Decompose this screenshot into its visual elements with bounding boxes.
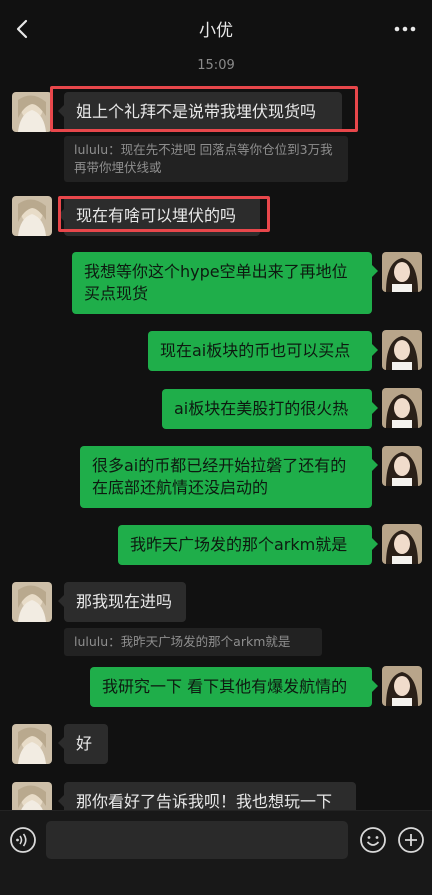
message-bubble[interactable]: 现在ai板块的币也可以买点 — [148, 331, 378, 371]
message-bubble[interactable]: 我研究一下 看下其他有爆发航情的 — [90, 667, 378, 707]
chat-title: 小优 — [199, 21, 233, 41]
message-bubble[interactable]: ai板块在美股打的很火热 — [162, 389, 378, 429]
self-avatar[interactable] — [382, 446, 422, 486]
message-bubble[interactable]: 我想等你这个hype空单出来了再地位买点现货 — [72, 252, 378, 314]
contact-avatar[interactable] — [12, 582, 52, 622]
message-input[interactable] — [46, 821, 348, 859]
timestamp: 15:09 — [197, 58, 235, 73]
self-avatar[interactable] — [382, 330, 422, 370]
contact-avatar[interactable] — [12, 92, 52, 132]
self-avatar[interactable] — [382, 388, 422, 428]
emoji-icon[interactable] — [358, 825, 388, 855]
message-bubble[interactable]: 那我现在进吗 — [58, 582, 186, 622]
message-bubble[interactable]: 姐上个礼拜不是说带我埋伏现货吗 — [58, 92, 342, 132]
plus-icon[interactable] — [396, 825, 426, 855]
voice-icon[interactable] — [8, 825, 38, 855]
message-bubble[interactable]: 现在有啥可以埋伏的吗 — [58, 196, 260, 236]
more-dots-icon[interactable] — [392, 14, 418, 44]
quoted-reply[interactable]: lululu：我昨天广场发的那个arkm就是 — [64, 628, 322, 656]
self-avatar[interactable] — [382, 666, 422, 706]
contact-avatar[interactable] — [12, 724, 52, 764]
contact-avatar[interactable] — [12, 196, 52, 236]
message-bubble[interactable]: 好 — [58, 724, 108, 764]
message-bubble[interactable]: 我昨天广场发的那个arkm就是 — [118, 525, 378, 565]
input-bar — [0, 810, 432, 895]
self-avatar[interactable] — [382, 524, 422, 564]
quoted-reply[interactable]: lululu：现在先不进吧 回落点等你仓位到3万我再带你埋伏线或 — [64, 136, 348, 182]
chat-header: 小优 — [0, 0, 432, 58]
message-bubble[interactable]: 很多ai的币都已经开始拉磐了还有的在底部还航情还没启动的 — [80, 446, 378, 508]
self-avatar[interactable] — [382, 252, 422, 292]
